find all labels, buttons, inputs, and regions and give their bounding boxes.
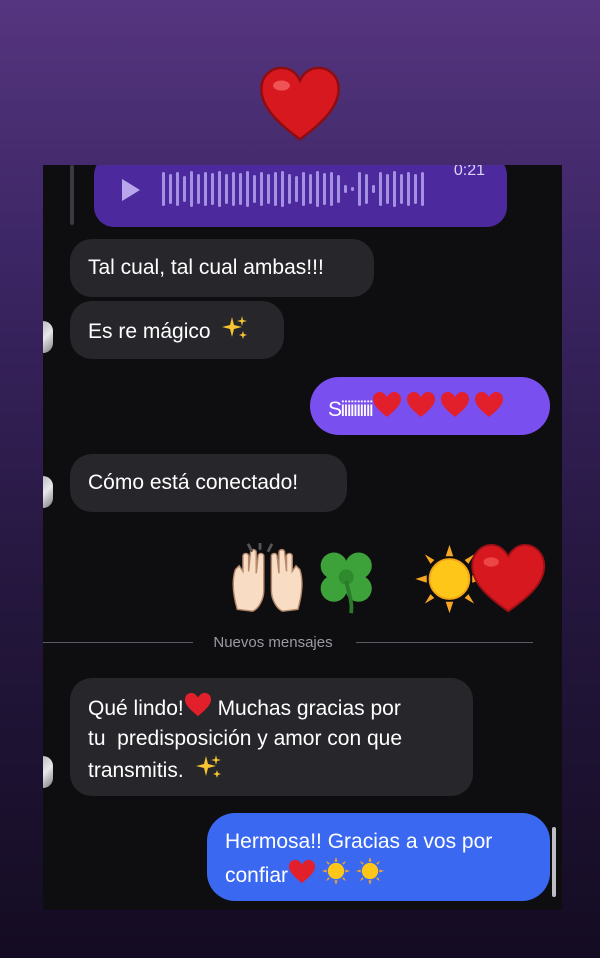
incoming-message[interactable]: Qué lindo! Muchas gracias por tu predisp… (70, 678, 473, 796)
chat-screenshot: 0:21 Tal cual, tal cual ambas!!! Es re m… (43, 165, 562, 910)
four-leaf-clover-icon (320, 552, 372, 614)
scrollbar[interactable] (552, 827, 556, 897)
divider-line-left (43, 642, 193, 643)
divider-line-right (356, 642, 533, 643)
message-text: Siiiiiiiiii (328, 398, 374, 421)
message-text: Cómo está conectado! (88, 471, 299, 494)
sun-icon (415, 544, 484, 614)
sun-icon (355, 857, 384, 885)
sun-icon (321, 857, 350, 885)
avatar[interactable] (43, 756, 53, 788)
hearts-icon (373, 392, 504, 417)
play-icon[interactable] (120, 177, 142, 203)
outgoing-message[interactable]: Siiiiiiiiii (310, 377, 550, 435)
thread-line (70, 165, 74, 225)
message-text: Es re mágico (88, 320, 211, 343)
message-text: Muchas gracias por (211, 697, 401, 720)
heart-icon (184, 692, 211, 717)
avatar[interactable] (43, 321, 53, 353)
emoji-message[interactable] (221, 543, 551, 615)
message-text: Tal cual, tal cual ambas!!! (88, 256, 324, 279)
message-text: Qué lindo! (88, 697, 184, 720)
voice-message-bubble[interactable]: 0:21 (94, 165, 507, 227)
heart-icon (289, 859, 316, 884)
sparkles-icon (195, 755, 221, 778)
incoming-message[interactable]: Tal cual, tal cual ambas!!! (70, 239, 374, 297)
waveform[interactable] (162, 165, 432, 215)
message-text: tu predisposición y amor con que (88, 727, 403, 750)
avatar[interactable] (43, 476, 53, 508)
raising-hands-icon (232, 543, 303, 612)
heart-sticker-icon (260, 66, 340, 141)
incoming-message[interactable]: Cómo está conectado! (70, 454, 347, 512)
sparkles-icon (222, 316, 248, 339)
incoming-message[interactable]: Es re mágico (70, 301, 284, 359)
outgoing-message[interactable]: Hermosa!! Gracias a vos por confiar (207, 813, 550, 901)
message-text: confiar (225, 864, 289, 887)
message-text: Hermosa!! Gracias a vos por (225, 830, 493, 853)
message-text: transmitis. (88, 759, 184, 782)
red-heart-icon (471, 543, 546, 613)
new-messages-divider: Nuevos mensajes (213, 634, 333, 651)
voice-duration: 0:21 (453, 165, 485, 179)
